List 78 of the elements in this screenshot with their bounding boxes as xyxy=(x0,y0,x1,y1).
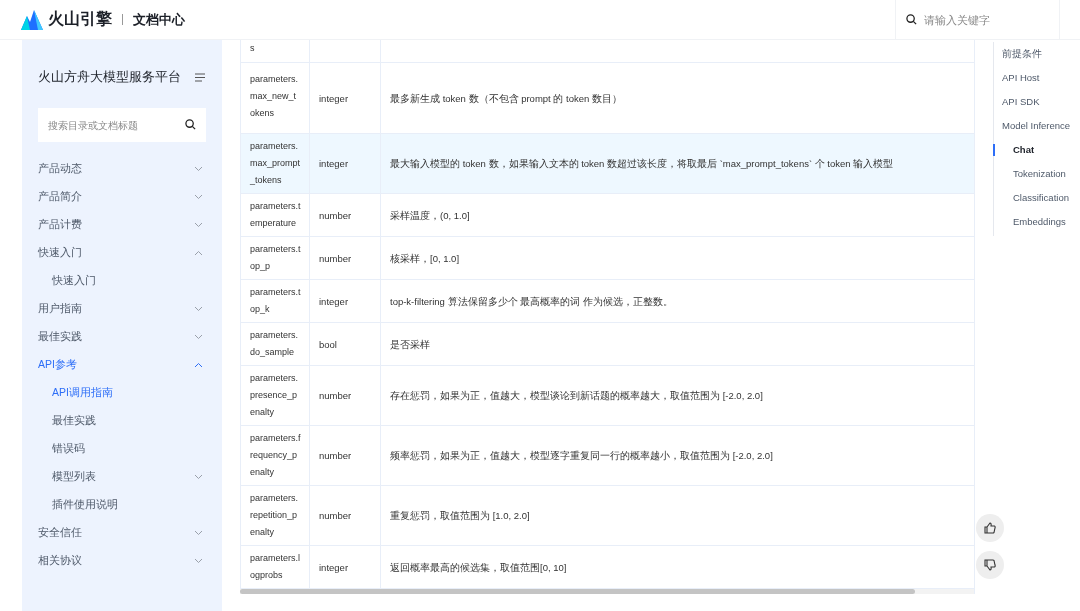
chevron-up-icon xyxy=(194,250,203,256)
chevron-down-icon xyxy=(194,530,203,536)
toc-link[interactable]: API Host xyxy=(994,66,1080,90)
table-cell: s xyxy=(240,40,310,62)
table-cell-text: 重复惩罚，取值范围为 [1.0, 2.0] xyxy=(389,509,531,523)
thumbs-up-icon xyxy=(984,522,996,534)
table-cell: number xyxy=(310,366,381,425)
search-icon xyxy=(906,13,917,25)
thumbs-up-button[interactable] xyxy=(976,514,1004,542)
sidebar-title: 火山方舟大模型服务平台 xyxy=(38,68,181,86)
table-cell: parameters.repetition_penalty xyxy=(240,486,310,545)
toc-link[interactable]: API SDK xyxy=(994,90,1080,114)
scrollbar-thumb[interactable] xyxy=(240,589,916,594)
nav-item[interactable]: 快速入门 xyxy=(38,239,206,267)
nav-item[interactable]: 快速入门 xyxy=(38,267,206,295)
table-cell: parameters.max_prompt_tokens xyxy=(240,134,310,193)
search-icon xyxy=(185,119,196,130)
chevron-up-icon xyxy=(194,362,203,368)
nav-item[interactable]: 产品动态 xyxy=(38,155,206,183)
table-cell: integer xyxy=(310,63,381,133)
chevron-down-icon xyxy=(194,166,203,172)
table-cell: bool xyxy=(310,323,381,365)
menu-icon[interactable] xyxy=(195,72,206,82)
mountain-logo-icon xyxy=(21,9,43,30)
toc-link[interactable]: Embeddings xyxy=(994,210,1080,234)
chevron-down-icon xyxy=(194,306,203,312)
toc-link[interactable]: 前提条件 xyxy=(994,42,1080,66)
table-cell-text: 频率惩罚，如果为正，值越大，模型逐字重复同一行的概率越小，取值范围为 [-2.0, 2.0] xyxy=(389,449,774,463)
nav-item[interactable]: 最佳实践 xyxy=(38,323,206,351)
nav-item[interactable]: 模型列表 xyxy=(38,463,206,491)
chevron-down-icon xyxy=(194,334,203,340)
section-title[interactable]: 文档中心 xyxy=(133,10,185,29)
nav-item[interactable]: 最佳实践 xyxy=(38,407,206,435)
table-cell: number xyxy=(310,486,381,545)
nav-item[interactable]: 用户指南 xyxy=(38,295,206,323)
chevron-down-icon xyxy=(194,474,203,480)
nav-item[interactable]: 产品简介 xyxy=(38,183,206,211)
thumbs-down-icon xyxy=(984,559,996,571)
table-cell-text: 是否采样 xyxy=(389,337,431,352)
table-cell: integer xyxy=(310,280,381,322)
table-cell-text: 核采样，[0, 1.0] xyxy=(389,251,461,266)
search-field[interactable]: 搜索目录或文档标题 xyxy=(38,108,206,142)
nav-item[interactable]: 错误码 xyxy=(38,435,206,463)
table-cell: number xyxy=(310,237,381,279)
table-cell: parameters.logprobs xyxy=(240,546,310,588)
chevron-down-icon xyxy=(194,222,203,228)
thumbs-down-button[interactable] xyxy=(976,551,1004,579)
nav-item[interactable]: 产品计费 xyxy=(38,211,206,239)
nav-item[interactable]: 安全信任 xyxy=(38,519,206,547)
table-cell: parameters.frequency_penalty xyxy=(240,426,310,485)
table-cell: parameters.max_new_tokens xyxy=(240,63,310,133)
table-cell: number xyxy=(310,194,381,236)
toc-link[interactable]: Classification xyxy=(994,186,1080,210)
chevron-down-icon xyxy=(194,558,203,564)
table-cell-text: 采样温度，(0, 1.0] xyxy=(389,208,471,223)
toc-link[interactable]: Model Inference xyxy=(994,114,1080,138)
nav-item[interactable]: 插件使用说明 xyxy=(38,491,206,519)
table-cell: integer xyxy=(310,546,381,588)
toc-link[interactable]: Tokenization xyxy=(994,162,1080,186)
search-field[interactable]: 请输入关键字 xyxy=(896,0,1059,40)
table-cell-text: 存在惩罚，如果为正，值越大，模型谈论到新话题的概率越大，取值范围为 [-2.0, 2.0] xyxy=(389,389,764,403)
table-cell-text: 最大输入模型的 token 数，如果输入文本的 token 数超过该长度，将取最后 `max_prompt_tokens` 个 token 输入模型 xyxy=(389,157,895,171)
logo-text[interactable]: 火山引擎 xyxy=(48,9,112,30)
table-cell: parameters.do_sample xyxy=(240,323,310,365)
table-cell: parameters.presence_penalty xyxy=(240,366,310,425)
table-cell: number xyxy=(310,426,381,485)
toc-link[interactable]: Chat xyxy=(993,144,1080,156)
nav-item[interactable]: API调用指南 xyxy=(38,379,206,407)
table-cell: parameters.top_k xyxy=(240,280,310,322)
table-cell: parameters.temperature xyxy=(240,194,310,236)
table-cell: parameters.top_p xyxy=(240,237,310,279)
table-cell-text: 最多新生成 token 数（不包含 prompt 的 token 数目） xyxy=(389,91,623,106)
chevron-down-icon xyxy=(194,194,203,200)
nav-item[interactable]: API参考 xyxy=(38,351,206,379)
table-cell-text: 返回概率最高的候选集，取值范围[0, 10] xyxy=(389,560,568,575)
table-cell-text: top-k-filtering 算法保留多少个 最高概率的词 作为候选，正整数。 xyxy=(389,294,674,309)
nav-item[interactable]: 相关协议 xyxy=(38,547,206,575)
table-cell: integer xyxy=(310,134,381,193)
